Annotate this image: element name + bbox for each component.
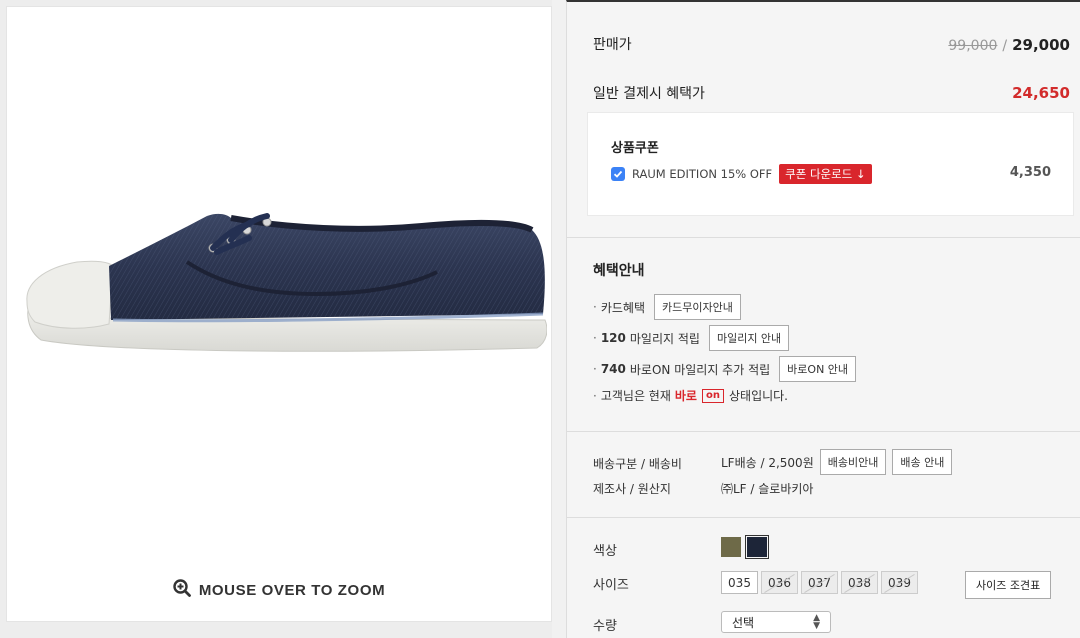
select-arrows-icon: ▲ ▼ bbox=[813, 613, 820, 631]
baro-amount: 740 bbox=[600, 362, 626, 376]
sale-price-label: 판매가 bbox=[593, 37, 632, 53]
color-swatch-navy[interactable] bbox=[745, 535, 769, 559]
size-label: 사이즈 bbox=[593, 578, 629, 593]
magnifier-plus-icon bbox=[173, 579, 191, 601]
size-options: 035 036 037 038 039 bbox=[721, 571, 918, 594]
size-chart-button[interactable]: 사이즈 조견표 bbox=[965, 571, 1052, 599]
mileage-info-button[interactable]: 마일리지 안내 bbox=[708, 325, 790, 351]
divider bbox=[567, 237, 1080, 238]
color-label: 색상 bbox=[593, 544, 617, 559]
shipping-fee-button[interactable]: 배송비안내 bbox=[819, 449, 887, 475]
card-installment-button[interactable]: 카드무이자안내 bbox=[654, 294, 741, 320]
baro-info-button[interactable]: 바로ON 안내 bbox=[779, 356, 857, 382]
check-icon bbox=[613, 170, 623, 178]
benefit-baro: · 740 바로ON 마일리지 추가 적립 바로ON 안내 bbox=[593, 356, 857, 382]
original-price: 99,000 bbox=[948, 37, 998, 54]
zoom-hint: MOUSE OVER TO ZOOM bbox=[7, 579, 551, 601]
color-swatch-olive[interactable] bbox=[721, 537, 741, 557]
shipping-value: LF배송 / 2,500원 bbox=[721, 455, 814, 470]
sale-price-row: 판매가 99,000/29,000 bbox=[593, 34, 1070, 54]
status-prefix: 고객님은 현재 bbox=[600, 389, 671, 403]
quantity-label: 수량 bbox=[593, 619, 617, 634]
coupon-name: RAUM EDITION 15% OFF bbox=[632, 167, 773, 181]
product-image-panel[interactable]: MOUSE OVER TO ZOOM bbox=[6, 6, 552, 622]
status-baro: 바로 bbox=[674, 389, 697, 403]
sale-price: 29,000 bbox=[1012, 35, 1070, 54]
benefit-price-label: 일반 결제시 혜택가 bbox=[593, 86, 705, 102]
panel-gap bbox=[552, 0, 566, 638]
mileage-label: 마일리지 적립 bbox=[629, 331, 700, 346]
coupon-amount: 4,350 bbox=[1009, 165, 1051, 180]
mileage-amount: 120 bbox=[600, 331, 626, 345]
size-option-039[interactable]: 039 bbox=[881, 571, 918, 594]
price-group: 99,000/29,000 bbox=[948, 35, 1070, 54]
benefit-card: · 카드혜택 카드무이자안내 bbox=[593, 294, 741, 320]
coupon-box: 상품쿠폰 RAUM EDITION 15% OFF 쿠폰 다운로드 ↓ 4,35… bbox=[587, 112, 1074, 216]
product-info-panel: 판매가 99,000/29,000 일반 결제시 혜택가 24,650 상품쿠폰… bbox=[566, 0, 1080, 638]
bullet: · bbox=[593, 300, 597, 314]
divider bbox=[567, 431, 1080, 432]
divider bbox=[567, 517, 1080, 518]
coupon-line: RAUM EDITION 15% OFF 쿠폰 다운로드 ↓ bbox=[611, 164, 872, 184]
zoom-hint-text: MOUSE OVER TO ZOOM bbox=[198, 581, 386, 599]
coupon-checkbox[interactable] bbox=[611, 167, 625, 181]
size-option-037[interactable]: 037 bbox=[801, 571, 838, 594]
shipping-label: 배송구분 / 배송비 bbox=[593, 457, 682, 471]
baro-status: · 고객님은 현재 바로 on 상태입니다. bbox=[593, 387, 788, 404]
shipping-value-group: LF배송 / 2,500원 배송비안내 배송 안내 bbox=[721, 449, 953, 475]
quantity-select[interactable]: 선택 ▲ ▼ bbox=[721, 611, 831, 633]
baro-label: 바로ON 마일리지 추가 적립 bbox=[629, 362, 771, 377]
quantity-value: 선택 bbox=[732, 615, 755, 630]
benefit-price: 24,650 bbox=[1012, 84, 1070, 102]
product-image[interactable] bbox=[17, 202, 548, 372]
bullet: · bbox=[593, 362, 597, 376]
bullet: · bbox=[593, 331, 597, 345]
benefit-price-row: 일반 결제시 혜택가 24,650 bbox=[593, 83, 1070, 103]
coupon-title: 상품쿠폰 bbox=[611, 141, 659, 156]
on-badge: on bbox=[701, 388, 724, 403]
card-benefit-label: 카드혜택 bbox=[600, 300, 645, 315]
size-option-035[interactable]: 035 bbox=[721, 571, 758, 594]
benefit-mileage: · 120 마일리지 적립 마일리지 안내 bbox=[593, 325, 790, 351]
coupon-download-button[interactable]: 쿠폰 다운로드 ↓ bbox=[779, 164, 872, 184]
size-option-036[interactable]: 036 bbox=[761, 571, 798, 594]
benefits-title: 혜택안내 bbox=[593, 263, 645, 279]
maker-value: ㈜LF / 슬로바키아 bbox=[721, 482, 814, 496]
bullet: · bbox=[593, 388, 597, 403]
status-suffix: 상태입니다. bbox=[728, 389, 788, 403]
maker-label: 제조사 / 원산지 bbox=[593, 482, 671, 496]
price-separator: / bbox=[1002, 37, 1008, 54]
shipping-info-button[interactable]: 배송 안내 bbox=[892, 449, 953, 475]
size-option-038[interactable]: 038 bbox=[841, 571, 878, 594]
